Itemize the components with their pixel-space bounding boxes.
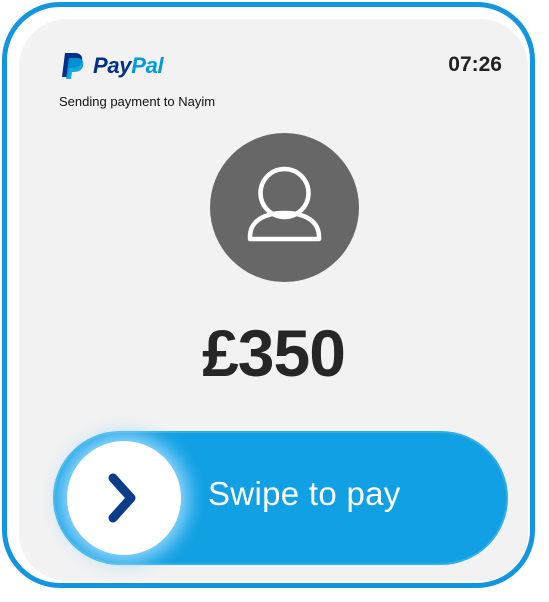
watch-screen: PayPal 07:26 Sending payment to Nayim £3… [19,19,528,581]
brand-name: PayPal [93,53,164,79]
swipe-to-pay-label: Swipe to pay [208,475,401,512]
swipe-handle[interactable] [67,441,181,555]
brand-name-pal: Pal [131,53,164,78]
swipe-to-pay-slider[interactable]: Swipe to pay [53,431,508,565]
payment-recipient-text: Sending payment to Nayim [59,94,216,109]
clock-time: 07:26 [448,53,502,76]
paypal-logo: PayPal [59,51,164,81]
brand-name-pay: Pay [93,53,132,78]
payment-amount: £350 [202,316,346,390]
user-icon [247,166,322,242]
watch-frame: PayPal 07:26 Sending payment to Nayim £3… [2,2,535,588]
chevron-right-icon [108,473,136,523]
avatar [210,133,359,282]
paypal-icon [62,53,84,79]
